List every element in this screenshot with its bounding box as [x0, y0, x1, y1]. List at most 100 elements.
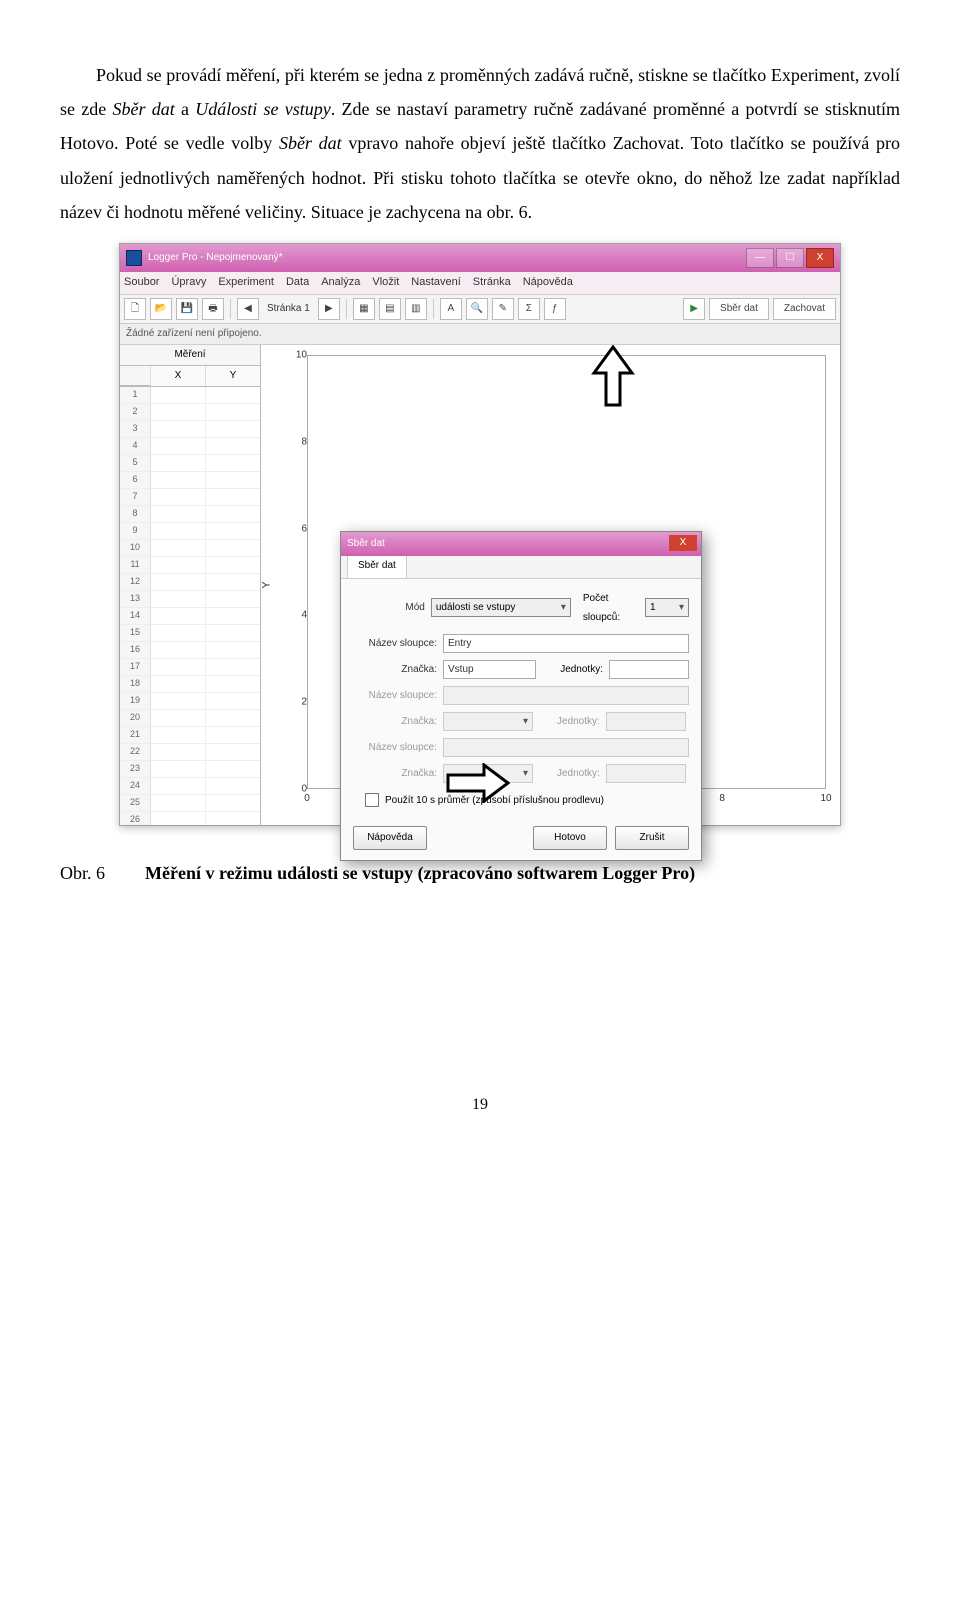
- table-row[interactable]: 26: [120, 812, 260, 825]
- dialog-close-icon[interactable]: X: [669, 535, 697, 551]
- colname-input[interactable]: Entry: [443, 634, 689, 653]
- open-file-icon[interactable]: 📂: [150, 298, 172, 320]
- cell-x[interactable]: [151, 608, 206, 625]
- table-row[interactable]: 19: [120, 693, 260, 710]
- table-row[interactable]: 1: [120, 387, 260, 404]
- cell-y[interactable]: [206, 404, 260, 421]
- cell-x[interactable]: [151, 710, 206, 727]
- cell-y[interactable]: [206, 608, 260, 625]
- cell-x[interactable]: [151, 727, 206, 744]
- colcount-select[interactable]: 1: [645, 598, 689, 617]
- table-row[interactable]: 2: [120, 404, 260, 421]
- cell-x[interactable]: [151, 472, 206, 489]
- table-row[interactable]: 17: [120, 659, 260, 676]
- cell-y[interactable]: [206, 761, 260, 778]
- table-row[interactable]: 11: [120, 557, 260, 574]
- cell-y[interactable]: [206, 574, 260, 591]
- cell-y[interactable]: [206, 387, 260, 404]
- table-row[interactable]: 15: [120, 625, 260, 642]
- cell-x[interactable]: [151, 812, 206, 825]
- page-prev-icon[interactable]: ◀: [237, 298, 259, 320]
- cell-y[interactable]: [206, 506, 260, 523]
- table-row[interactable]: 23: [120, 761, 260, 778]
- cell-x[interactable]: [151, 676, 206, 693]
- minimize-button[interactable]: —: [746, 248, 774, 268]
- menu-upravy[interactable]: Úpravy: [171, 272, 206, 293]
- cell-y[interactable]: [206, 812, 260, 825]
- cell-x[interactable]: [151, 744, 206, 761]
- play-icon[interactable]: ▶: [683, 298, 705, 320]
- cell-x[interactable]: [151, 489, 206, 506]
- cell-x[interactable]: [151, 438, 206, 455]
- cell-y[interactable]: [206, 625, 260, 642]
- table-row[interactable]: 6: [120, 472, 260, 489]
- menu-experiment[interactable]: Experiment: [218, 272, 274, 293]
- cell-y[interactable]: [206, 540, 260, 557]
- table-icon[interactable]: ▦: [353, 298, 375, 320]
- page-next-icon[interactable]: ▶: [318, 298, 340, 320]
- cell-x[interactable]: [151, 625, 206, 642]
- table-row[interactable]: 12: [120, 574, 260, 591]
- fit-icon[interactable]: ƒ: [544, 298, 566, 320]
- cell-x[interactable]: [151, 778, 206, 795]
- cell-y[interactable]: [206, 744, 260, 761]
- cell-x[interactable]: [151, 761, 206, 778]
- mark-input[interactable]: Vstup: [443, 660, 536, 679]
- cell-x[interactable]: [151, 642, 206, 659]
- text-icon[interactable]: A: [440, 298, 462, 320]
- cell-y[interactable]: [206, 489, 260, 506]
- cell-y[interactable]: [206, 591, 260, 608]
- menu-data[interactable]: Data: [286, 272, 309, 293]
- cell-y[interactable]: [206, 778, 260, 795]
- print-icon[interactable]: 🖶: [202, 298, 224, 320]
- table-row[interactable]: 13: [120, 591, 260, 608]
- cell-x[interactable]: [151, 659, 206, 676]
- cell-y[interactable]: [206, 727, 260, 744]
- cell-x[interactable]: [151, 591, 206, 608]
- table-row[interactable]: 24: [120, 778, 260, 795]
- stats-icon[interactable]: Σ: [518, 298, 540, 320]
- zachovat-button[interactable]: Zachovat: [773, 298, 836, 320]
- cancel-button[interactable]: Zrušit: [615, 826, 689, 850]
- table-row[interactable]: 21: [120, 727, 260, 744]
- new-file-icon[interactable]: 🗋: [124, 298, 146, 320]
- table-row[interactable]: 3: [120, 421, 260, 438]
- zoom-icon[interactable]: 🔍: [466, 298, 488, 320]
- table-row[interactable]: 22: [120, 744, 260, 761]
- avg-checkbox[interactable]: Použít 10 s průměr (způsobí příslušnou p…: [365, 791, 689, 810]
- cell-x[interactable]: [151, 557, 206, 574]
- cell-x[interactable]: [151, 523, 206, 540]
- menu-analyza[interactable]: Analýza: [321, 272, 360, 293]
- cell-x[interactable]: [151, 387, 206, 404]
- cell-x[interactable]: [151, 795, 206, 812]
- mode-select[interactable]: události se vstupy: [431, 598, 571, 617]
- table-row[interactable]: 7: [120, 489, 260, 506]
- menu-nastaveni[interactable]: Nastavení: [411, 272, 461, 293]
- cell-x[interactable]: [151, 404, 206, 421]
- menu-stranka[interactable]: Stránka: [473, 272, 511, 293]
- menu-napoveda[interactable]: Nápověda: [523, 272, 573, 293]
- maximize-button[interactable]: ☐: [776, 248, 804, 268]
- cell-y[interactable]: [206, 472, 260, 489]
- cell-y[interactable]: [206, 642, 260, 659]
- cell-y[interactable]: [206, 693, 260, 710]
- menu-soubor[interactable]: Soubor: [124, 272, 159, 293]
- ok-button[interactable]: Hotovo: [533, 826, 607, 850]
- table-row[interactable]: 10: [120, 540, 260, 557]
- table-row[interactable]: 20: [120, 710, 260, 727]
- cell-y[interactable]: [206, 557, 260, 574]
- cell-y[interactable]: [206, 455, 260, 472]
- table-row[interactable]: 8: [120, 506, 260, 523]
- cell-y[interactable]: [206, 438, 260, 455]
- cell-y[interactable]: [206, 659, 260, 676]
- cell-y[interactable]: [206, 710, 260, 727]
- table-row[interactable]: 16: [120, 642, 260, 659]
- table-row[interactable]: 14: [120, 608, 260, 625]
- cell-y[interactable]: [206, 676, 260, 693]
- cell-y[interactable]: [206, 523, 260, 540]
- cell-x[interactable]: [151, 693, 206, 710]
- cell-x[interactable]: [151, 506, 206, 523]
- table-row[interactable]: 18: [120, 676, 260, 693]
- tool-icon[interactable]: ✎: [492, 298, 514, 320]
- table-row[interactable]: 5: [120, 455, 260, 472]
